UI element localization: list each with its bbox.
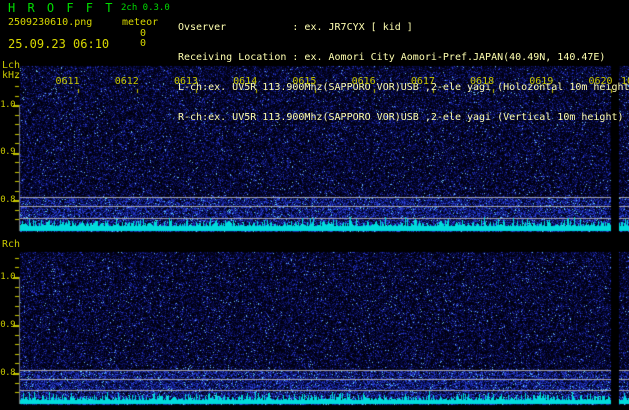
app-version: 2ch 0.3.0	[121, 3, 170, 13]
observer-line: Ovserver : ex. JR7CYX [ kid ]	[178, 22, 413, 33]
freq-label-lch-1.0: 1.0	[0, 100, 15, 110]
time-label-0616: 0616	[351, 76, 376, 87]
panel-label-rch: Rch	[2, 239, 21, 250]
time-label-0620: 0620	[588, 76, 613, 87]
time-label-0614: 0614	[233, 76, 258, 87]
time-label-0615: 0615	[292, 76, 317, 87]
time-label-0613: 0613	[173, 76, 199, 87]
time-label-0611: 0611	[55, 76, 80, 87]
time-label-0619: 0619	[529, 76, 554, 87]
freq-label-rch-0.9: 0.9	[0, 320, 15, 330]
output-filename: 2509230610.png	[8, 17, 93, 28]
rch-receiver-line: R-ch:ex. UV5R 113.900Mhz(SAPPORO VOR)USB…	[178, 112, 624, 123]
meteor-mode-label: meteor	[122, 17, 159, 28]
freq-label-lch-0.8: 0.8	[0, 195, 15, 205]
time-label-0617: 0617	[410, 76, 435, 87]
location-line: Receiving Location : ex. Aomori City Aom…	[178, 52, 606, 63]
time-label-0618: 0618	[470, 76, 495, 87]
freq-label-rch-0.8: 0.8	[0, 368, 15, 378]
station-info: Ovserver : ex. JR7CYX [ kid ] Receiving …	[178, 3, 629, 143]
time-label-overflow: 10	[621, 76, 629, 87]
datetime-label: 25.09.23 06:10	[8, 37, 110, 51]
hrofft-screen: H R O F F T 2ch 0.3.0 2509230610.png met…	[0, 0, 629, 410]
time-label-0612: 0612	[114, 76, 139, 87]
app-title: H R O F F T	[8, 1, 115, 15]
freq-label-rch-1.0: 1.0	[0, 272, 15, 282]
freq-unit-label-lch: kHz	[2, 70, 21, 81]
meteor-count-bottom: 0	[140, 38, 147, 49]
freq-label-lch-0.9: 0.9	[0, 147, 15, 157]
